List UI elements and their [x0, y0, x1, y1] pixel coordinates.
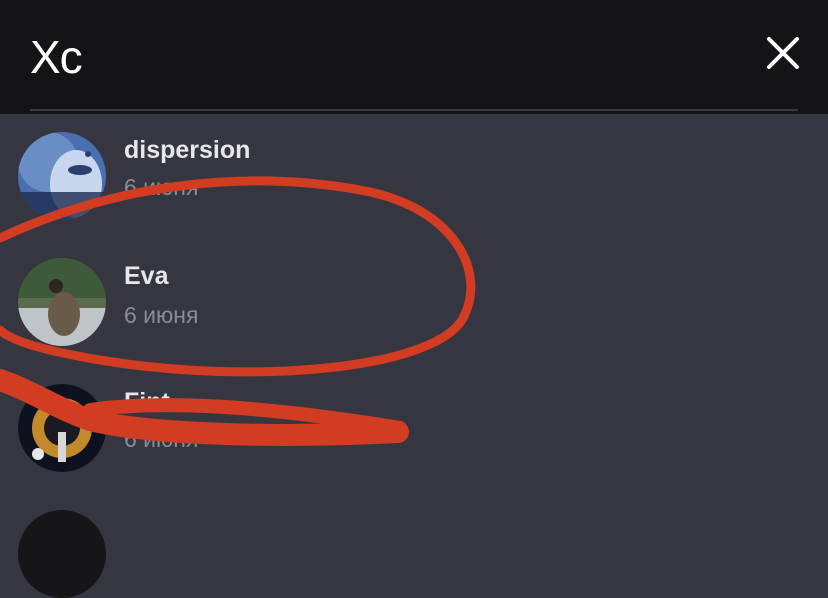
avatar — [18, 510, 106, 598]
close-icon — [767, 37, 799, 69]
avatar — [18, 384, 106, 472]
list-item-date: 6 июня — [124, 426, 199, 452]
list-item[interactable]: Eva 6 июня — [0, 240, 828, 366]
list-item-name: dispersion — [124, 136, 251, 164]
list-item-date: 6 июня — [124, 302, 199, 328]
list-item-name: Fint — [124, 388, 170, 416]
header-divider — [30, 109, 798, 111]
avatar — [18, 132, 106, 220]
page-title: Xc — [30, 31, 83, 83]
list-item-date: 6 июня — [124, 174, 199, 200]
list-item[interactable]: dispersion 6 июня — [0, 114, 828, 240]
header: Xc — [0, 0, 828, 114]
close-button[interactable] — [760, 30, 806, 76]
list-item[interactable]: Fint 6 июня — [0, 366, 828, 492]
avatar — [18, 258, 106, 346]
list-item-name: Eva — [124, 262, 169, 290]
